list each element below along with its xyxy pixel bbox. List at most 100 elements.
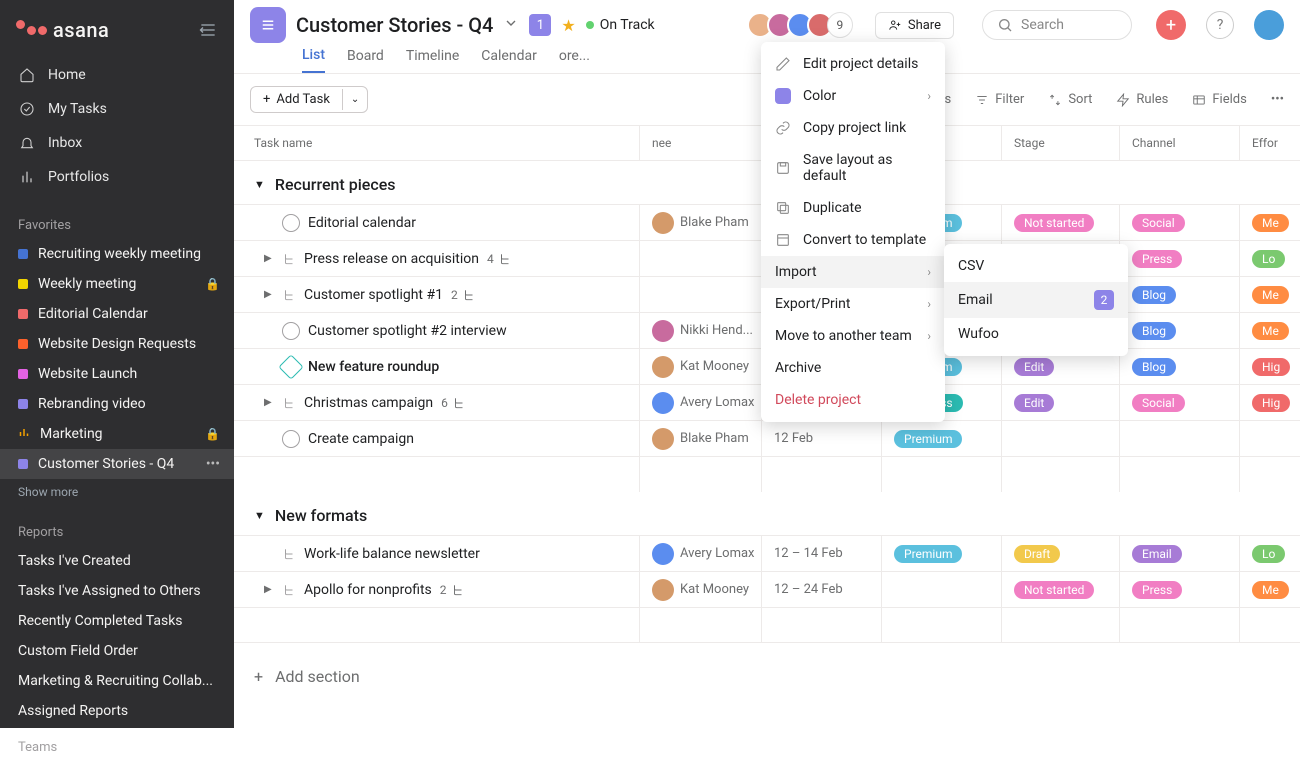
effort-pill[interactable]: Me [1252, 322, 1289, 340]
expand-icon[interactable]: ▶ [264, 397, 274, 408]
stage-pill[interactable]: Not started [1014, 214, 1094, 232]
expand-icon[interactable]: ▶ [264, 584, 274, 595]
report-item[interactable]: Assigned Reports [0, 696, 234, 726]
menu-duplicate[interactable]: Duplicate [761, 192, 945, 224]
effort-pill[interactable]: Hig [1252, 358, 1290, 376]
stage-pill[interactable]: Edit [1014, 394, 1054, 412]
sidebar-item[interactable]: Marketing🔒 [0, 419, 234, 449]
rules-button[interactable]: Rules [1116, 92, 1168, 107]
tab-list[interactable]: List [302, 47, 325, 73]
col-effort[interactable]: Effor [1240, 126, 1300, 160]
empty-row[interactable] [234, 607, 1300, 643]
expand-icon[interactable]: ▶ [264, 289, 274, 300]
menu-move-team[interactable]: Move to another team › [761, 320, 945, 352]
effort-pill[interactable]: Me [1252, 214, 1289, 232]
menu-convert-template[interactable]: Convert to template [761, 224, 945, 256]
col-channel[interactable]: Channel [1120, 126, 1240, 160]
project-icon[interactable] [250, 7, 286, 43]
complete-task-icon[interactable] [282, 322, 300, 340]
channel-pill[interactable]: Press [1132, 581, 1182, 599]
help-button[interactable]: ? [1206, 11, 1234, 39]
channel-pill[interactable]: Social [1132, 394, 1185, 412]
sidebar-item[interactable]: Customer Stories - Q4••• [0, 449, 234, 479]
task-row[interactable]: ▶Apollo for nonprofits2 Kat Mooney12 – 2… [234, 571, 1300, 607]
empty-row[interactable] [234, 456, 1300, 492]
global-add-button[interactable]: + [1156, 10, 1186, 40]
fields-button[interactable]: Fields [1192, 92, 1246, 107]
search-input[interactable]: Search [982, 10, 1132, 40]
menu-edit-details[interactable]: Edit project details [761, 48, 945, 80]
col-stage[interactable]: Stage [1002, 126, 1120, 160]
menu-delete[interactable]: Delete project [761, 384, 945, 416]
filter-button[interactable]: Filter [975, 92, 1024, 107]
add-task-dropdown[interactable]: ⌄ [342, 89, 367, 110]
nav-home[interactable]: Home [0, 58, 234, 92]
report-item[interactable]: Recently Completed Tasks [0, 606, 234, 636]
me-avatar[interactable] [1254, 10, 1284, 40]
report-item[interactable]: Custom Field Order [0, 636, 234, 666]
stage-pill[interactable]: Draft [1014, 545, 1060, 563]
menu-import[interactable]: Import › [761, 256, 945, 288]
tab-timeline[interactable]: Timeline [406, 48, 459, 72]
channel-pill[interactable]: Press [1132, 250, 1182, 268]
sidebar-item[interactable]: Website Launch [0, 359, 234, 389]
effort-pill[interactable]: Lo [1252, 250, 1285, 268]
channel-pill[interactable]: Social [1132, 214, 1185, 232]
menu-save-layout[interactable]: Save layout as default [761, 144, 945, 192]
channel-pill[interactable]: Blog [1132, 358, 1176, 376]
task-row[interactable]: Work-life balance newsletterAvery Lomax1… [234, 535, 1300, 571]
add-task-button[interactable]: +Add Task ⌄ [250, 86, 368, 113]
due-date[interactable]: 12 – 24 Feb [762, 572, 882, 607]
effort-pill[interactable]: Hig [1252, 394, 1290, 412]
member-avatars[interactable]: 9 [753, 12, 853, 38]
channel-pill[interactable]: Blog [1132, 322, 1176, 340]
sidebar-item[interactable]: Website Design Requests [0, 329, 234, 359]
share-button[interactable]: Share [875, 12, 954, 39]
sidebar-item[interactable]: Rebranding video [0, 389, 234, 419]
sidebar-item[interactable]: Recruiting weekly meeting [0, 239, 234, 269]
due-date[interactable]: 12 Feb [762, 421, 882, 456]
stage-pill[interactable]: Edit [1014, 358, 1054, 376]
due-date[interactable]: 12 – 14 Feb [762, 536, 882, 571]
sidebar-item[interactable]: Editorial Calendar [0, 299, 234, 329]
add-section-button[interactable]: +Add section [234, 643, 1300, 686]
effort-pill[interactable]: Me [1252, 581, 1289, 599]
expand-icon[interactable]: ▶ [264, 253, 274, 264]
menu-color[interactable]: Color › [761, 80, 945, 112]
report-item[interactable]: Tasks I've Created [0, 546, 234, 576]
col-task-name[interactable]: Task name [234, 126, 640, 160]
nav-portfolios[interactable]: Portfolios [0, 160, 234, 194]
tab-board[interactable]: Board [347, 48, 384, 72]
channel-pill[interactable]: Blog [1132, 286, 1176, 304]
show-more[interactable]: Show more [0, 479, 234, 511]
complete-task-icon[interactable] [282, 214, 300, 232]
report-item[interactable]: Tasks I've Assigned to Others [0, 576, 234, 606]
nav-inbox[interactable]: Inbox [0, 126, 234, 160]
brand-logo[interactable]: asana [16, 18, 109, 42]
effort-pill[interactable]: Me [1252, 286, 1289, 304]
submenu-wufoo[interactable]: Wufoo [944, 318, 1128, 350]
avatar-count[interactable]: 9 [827, 12, 853, 38]
col-assignee[interactable]: nee [640, 126, 762, 160]
submenu-csv[interactable]: CSV [944, 250, 1128, 282]
collapse-sidebar-icon[interactable] [198, 20, 218, 40]
complete-task-icon[interactable] [282, 430, 300, 448]
star-icon[interactable]: ★ [561, 16, 575, 35]
nav-my-tasks[interactable]: My Tasks [0, 92, 234, 126]
status-pill[interactable]: On Track [586, 17, 655, 33]
menu-export[interactable]: Export/Print › [761, 288, 945, 320]
project-dropdown-icon[interactable] [503, 15, 519, 35]
more-icon[interactable]: ••• [206, 456, 220, 472]
audience-pill[interactable]: Premium [894, 545, 962, 563]
milestone-icon[interactable] [278, 354, 303, 379]
tab-calendar[interactable]: Calendar [481, 48, 537, 72]
task-row[interactable]: Create campaignBlake Pham12 FebPremium [234, 420, 1300, 456]
section-header[interactable]: ▼New formats [234, 492, 1300, 535]
sidebar-item[interactable]: Weekly meeting🔒 [0, 269, 234, 299]
menu-archive[interactable]: Archive [761, 352, 945, 384]
report-item[interactable]: Marketing & Recruiting Collab... [0, 666, 234, 696]
menu-copy-link[interactable]: Copy project link [761, 112, 945, 144]
submenu-email[interactable]: Email 2 [944, 282, 1128, 318]
tab-more[interactable]: ore... [559, 48, 590, 72]
channel-pill[interactable]: Email [1132, 545, 1182, 563]
